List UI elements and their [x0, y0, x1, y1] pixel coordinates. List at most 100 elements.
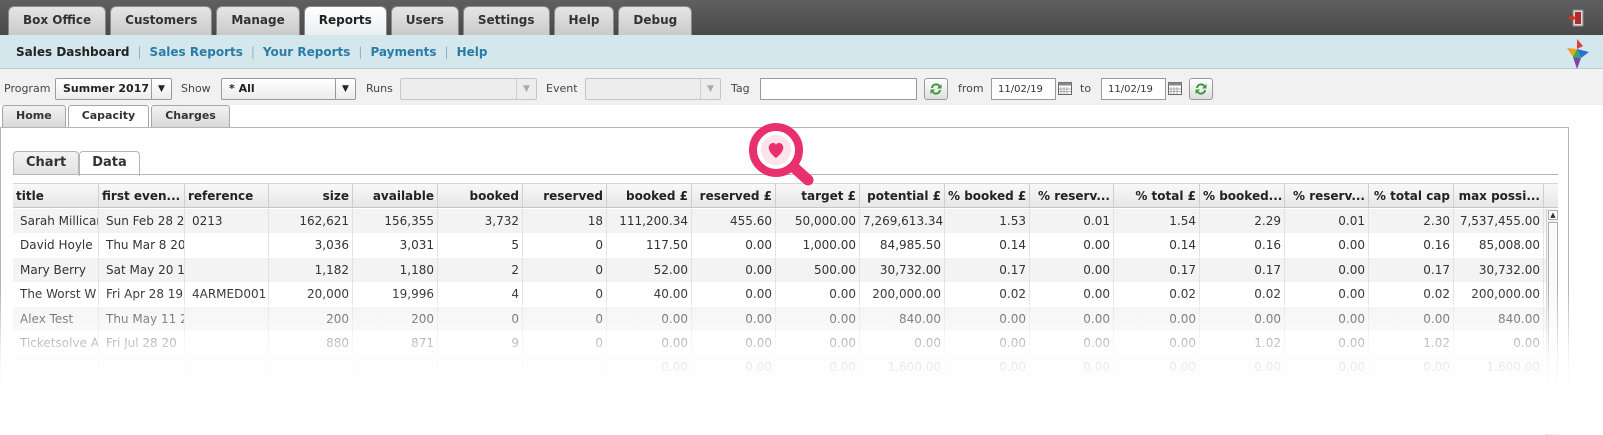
- view-tab-capacity[interactable]: Capacity: [67, 105, 150, 128]
- table-cell: 0.00: [860, 331, 945, 355]
- inner-tab-chart[interactable]: Chart: [13, 151, 80, 175]
- refresh-dates-button[interactable]: [1189, 78, 1213, 100]
- column-header[interactable]: % reserv...: [1030, 184, 1114, 207]
- table-row[interactable]: Ticketsolve A Fri Jul 28 20 880 871 9 0 0.00 0.…: [13, 331, 1558, 355]
- table-cell: 19,996: [353, 282, 438, 307]
- table-cell: 200: [353, 306, 438, 331]
- column-header[interactable]: reference: [185, 184, 269, 207]
- table-cell: 0.00: [607, 306, 692, 331]
- sub-nav-sales-dashboard[interactable]: Sales Dashboard: [16, 45, 130, 59]
- calendar-icon[interactable]: [1168, 82, 1182, 95]
- tab-manage[interactable]: Manage: [216, 6, 300, 35]
- table-cell: 0.00: [1285, 233, 1369, 258]
- column-header[interactable]: max possi...: [1454, 184, 1544, 207]
- table-cell: 0.00: [607, 331, 692, 355]
- table-cell: 0.02: [1369, 282, 1454, 307]
- chevron-down-icon: ▼: [700, 79, 720, 99]
- table-row[interactable]: 0.00 0.00 0.00 1,600.00 0.00 0.00 0.00 0.00 0.00…: [13, 355, 1558, 380]
- column-header[interactable]: booked £: [607, 184, 692, 207]
- tab-settings[interactable]: Settings: [462, 6, 550, 35]
- table-cell: 0.00: [1114, 355, 1200, 380]
- sub-nav-separator: |: [358, 45, 363, 59]
- column-header[interactable]: size: [269, 184, 353, 207]
- column-header[interactable]: % reserv...: [1285, 184, 1369, 207]
- inner-tab-data[interactable]: Data: [79, 151, 140, 176]
- view-tab-charges[interactable]: Charges: [151, 105, 230, 127]
- tab-users[interactable]: Users: [390, 6, 459, 35]
- sub-nav-sales-reports[interactable]: Sales Reports: [150, 45, 243, 59]
- table-cell: 1,000.00: [776, 233, 860, 258]
- table-cell: [99, 355, 185, 380]
- table-cell: 0.02: [945, 282, 1030, 307]
- table-cell: 1,180: [353, 257, 438, 282]
- table-cell: Thu May 11 2: [99, 306, 185, 331]
- table-cell: 1,600.00: [1454, 355, 1544, 380]
- table-cell: 0.00: [776, 282, 860, 307]
- table-cell: 0: [523, 282, 607, 307]
- sub-nav-separator: |: [250, 45, 255, 59]
- grid-scrollbar[interactable]: ▲: [1546, 209, 1558, 435]
- tab-debug[interactable]: Debug: [618, 6, 693, 35]
- table-cell: Sarah Millican: [13, 209, 99, 233]
- tab-customers[interactable]: Customers: [110, 6, 213, 35]
- view-tab-home[interactable]: Home: [2, 105, 66, 127]
- column-header[interactable]: booked: [438, 184, 523, 207]
- table-cell: 0.00: [1285, 331, 1369, 355]
- sub-nav-payments[interactable]: Payments: [370, 45, 436, 59]
- to-date-input[interactable]: [1101, 78, 1166, 100]
- refresh-button[interactable]: [924, 78, 948, 100]
- table-cell: 0.00: [1200, 306, 1285, 331]
- table-cell: 40.00: [607, 282, 692, 307]
- table-row[interactable]: David Hoyle Thu Mar 8 20 3,036 3,031 5 0 117.5…: [13, 233, 1558, 258]
- table-cell: 0.00: [1030, 306, 1114, 331]
- table-cell: [185, 257, 269, 282]
- table-row[interactable]: Mary Berry Sat May 20 1 1,182 1,180 2 0 52.00 0…: [13, 257, 1558, 282]
- table-cell: 0: [523, 257, 607, 282]
- table-row[interactable]: Alex Test Thu May 11 2 200 200 0 0 0.00 0.00 0.0…: [13, 306, 1558, 331]
- column-header[interactable]: % booked...: [1200, 184, 1285, 207]
- table-cell: Mary Berry: [13, 257, 99, 282]
- sub-nav-your-reports[interactable]: Your Reports: [263, 45, 350, 59]
- table-cell: 0.16: [1200, 233, 1285, 258]
- table-cell: 0.00: [776, 331, 860, 355]
- table-cell: 30,732.00: [1454, 257, 1544, 282]
- table-cell: [523, 355, 607, 380]
- column-header[interactable]: potential £: [860, 184, 945, 207]
- exit-door-icon[interactable]: [1567, 9, 1585, 27]
- column-header[interactable]: available: [353, 184, 438, 207]
- scroll-thumb[interactable]: [1548, 222, 1558, 422]
- show-select[interactable]: * All ▼: [221, 78, 356, 100]
- table-row[interactable]: The Worst W Fri Apr 28 19 4ARMED001 20,000 1…: [13, 282, 1558, 307]
- column-header[interactable]: reserved: [523, 184, 607, 207]
- column-header[interactable]: % booked £: [945, 184, 1030, 207]
- from-date-input[interactable]: [991, 78, 1056, 100]
- table-cell: 0.00: [1454, 331, 1544, 355]
- sub-nav-help[interactable]: Help: [457, 45, 488, 59]
- tab-help[interactable]: Help: [553, 6, 615, 35]
- chevron-down-icon: ▼: [151, 79, 171, 99]
- table-cell: 0.00: [945, 355, 1030, 380]
- chevron-down-icon: ▼: [516, 79, 536, 99]
- runs-select[interactable]: ▼: [400, 78, 537, 100]
- table-cell: 0: [438, 306, 523, 331]
- table-cell: 0.02: [1114, 282, 1200, 307]
- tab-reports[interactable]: Reports: [303, 6, 387, 36]
- sub-nav-links: Sales Dashboard | Sales Reports | Your Repor…: [16, 45, 487, 59]
- calendar-icon[interactable]: [1058, 82, 1072, 95]
- column-header[interactable]: first even...: [99, 184, 185, 207]
- column-header[interactable]: % total cap: [1369, 184, 1454, 207]
- program-select[interactable]: Summer 2017 ▼: [55, 78, 172, 100]
- table-cell: 0: [523, 331, 607, 355]
- program-label: Program: [4, 82, 51, 95]
- tab-box-office[interactable]: Box Office: [8, 6, 107, 35]
- event-select[interactable]: ▼: [585, 78, 721, 100]
- table-cell: Thu Mar 8 20: [99, 233, 185, 258]
- column-header[interactable]: title: [13, 184, 99, 207]
- table-cell: 52.00: [607, 257, 692, 282]
- tag-input[interactable]: [760, 78, 917, 100]
- scroll-up-icon[interactable]: ▲: [1548, 210, 1558, 220]
- table-row[interactable]: Sarah Millican Sun Feb 28 2 0213 162,621 156…: [13, 209, 1558, 233]
- table-cell: 0.14: [945, 233, 1030, 258]
- column-header[interactable]: % total £: [1114, 184, 1200, 207]
- table-cell: 0.00: [945, 306, 1030, 331]
